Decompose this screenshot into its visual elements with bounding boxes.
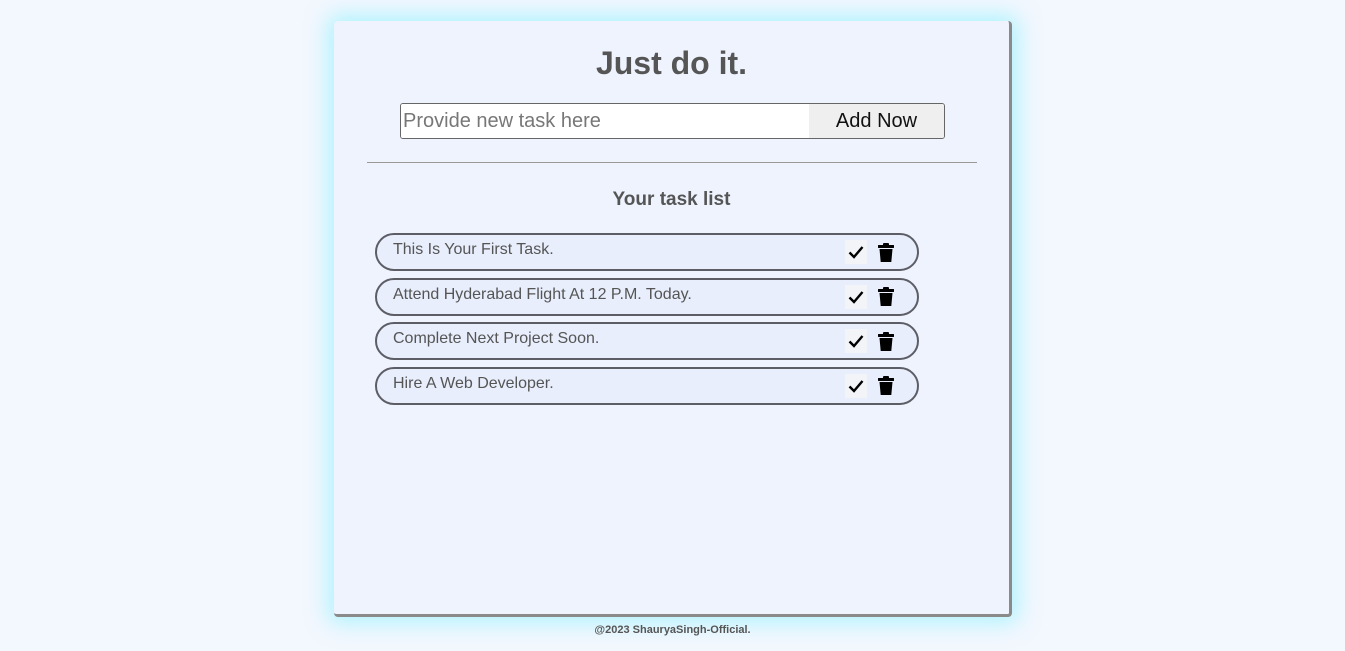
task-input[interactable]: [401, 104, 809, 138]
check-icon: [848, 246, 864, 259]
delete-task-button[interactable]: [875, 239, 897, 265]
task-list: This Is Your First Task. Attend Hyderaba…: [375, 233, 919, 411]
complete-task-button[interactable]: [845, 329, 867, 353]
task-text: Hire A Web Developer.: [393, 374, 554, 392]
task-text: Complete Next Project Soon.: [393, 330, 600, 347]
trash-icon: [878, 287, 894, 306]
add-now-button[interactable]: Add Now: [809, 104, 944, 138]
task-text: Attend Hyderabad Flight At 12 P.M. Today…: [393, 285, 692, 303]
trash-icon: [878, 242, 894, 262]
complete-task-button[interactable]: [845, 240, 867, 264]
footer-credit: @2023 ShauryaSingh-Official.: [594, 624, 751, 636]
trash-icon: [878, 376, 894, 395]
task-item: Complete Next Project Soon.: [375, 322, 919, 360]
todo-card: Just do it. Add Now Your task list This …: [334, 21, 1012, 617]
check-icon: [848, 290, 864, 304]
delete-task-button[interactable]: [875, 284, 897, 310]
trash-icon: [878, 331, 894, 351]
delete-task-button[interactable]: [875, 328, 897, 354]
check-icon: [848, 379, 864, 393]
complete-task-button[interactable]: [845, 373, 867, 398]
complete-task-button[interactable]: [845, 284, 867, 309]
check-icon: [848, 335, 864, 348]
page-title: Just do it.: [595, 45, 748, 81]
task-item: Attend Hyderabad Flight At 12 P.M. Today…: [375, 277, 919, 316]
divider: [367, 162, 977, 163]
add-task-form: Add Now: [400, 103, 945, 139]
task-item: This Is Your First Task.: [375, 233, 919, 271]
task-list-heading: Your task list: [612, 189, 731, 210]
task-text: This Is Your First Task.: [393, 241, 554, 258]
task-item: Hire A Web Developer.: [375, 366, 919, 405]
delete-task-button[interactable]: [875, 373, 897, 399]
